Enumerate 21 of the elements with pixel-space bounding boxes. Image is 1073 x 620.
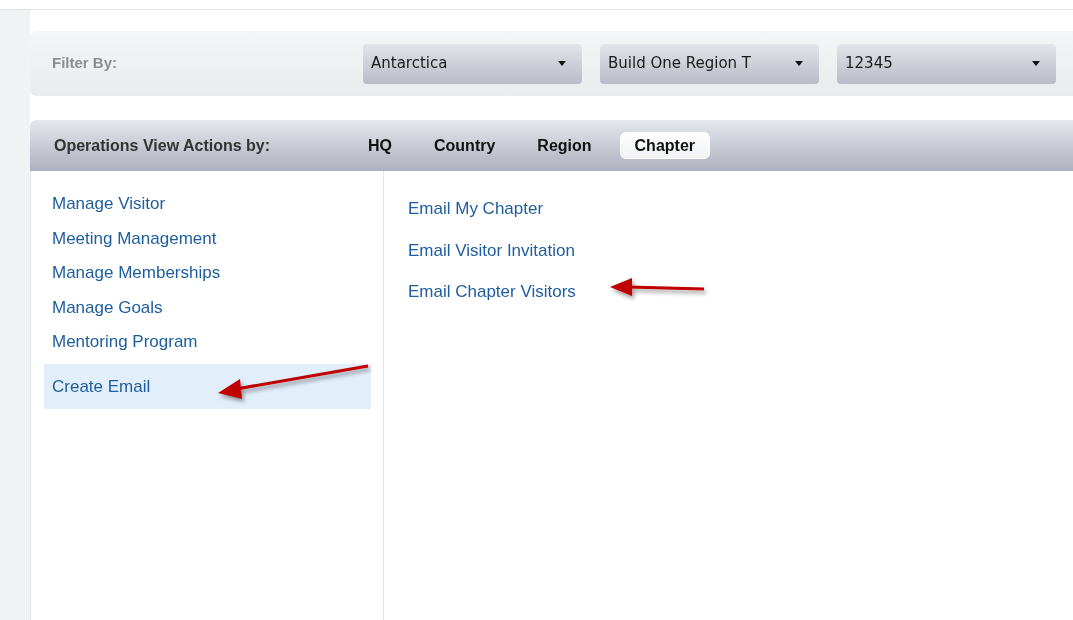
sidebar-link[interactable]: Mentoring Program [44,329,371,355]
action-link[interactable]: Email Chapter Visitors [408,279,576,305]
caret-icon [558,61,566,66]
action-link[interactable]: Email Visitor Invitation [408,237,576,263]
sidebar-link[interactable]: Meeting Management [44,225,371,251]
action-link[interactable]: Email My Chapter [408,196,576,222]
tab[interactable]: Region [523,132,606,159]
dropdown[interactable]: Antarctica [363,43,582,84]
caret-icon [795,61,803,66]
action-bar-label: Operations View Actions by: [54,135,272,156]
dropdown[interactable]: Build One Region T [600,43,819,84]
sidebar-link[interactable]: Manage Visitor [44,191,371,217]
tab[interactable]: HQ [354,132,406,159]
tab[interactable]: Chapter [619,132,710,159]
filter-label: Filter By: [52,53,118,74]
tab[interactable]: Country [420,132,510,159]
dropdown[interactable]: 12345 [837,43,1056,84]
sidebar-link[interactable]: Manage Memberships [44,260,371,286]
sidebar-link[interactable]: Manage Goals [44,294,371,320]
sidebar-link[interactable]: Create Email [44,363,371,409]
caret-icon [1032,61,1040,66]
